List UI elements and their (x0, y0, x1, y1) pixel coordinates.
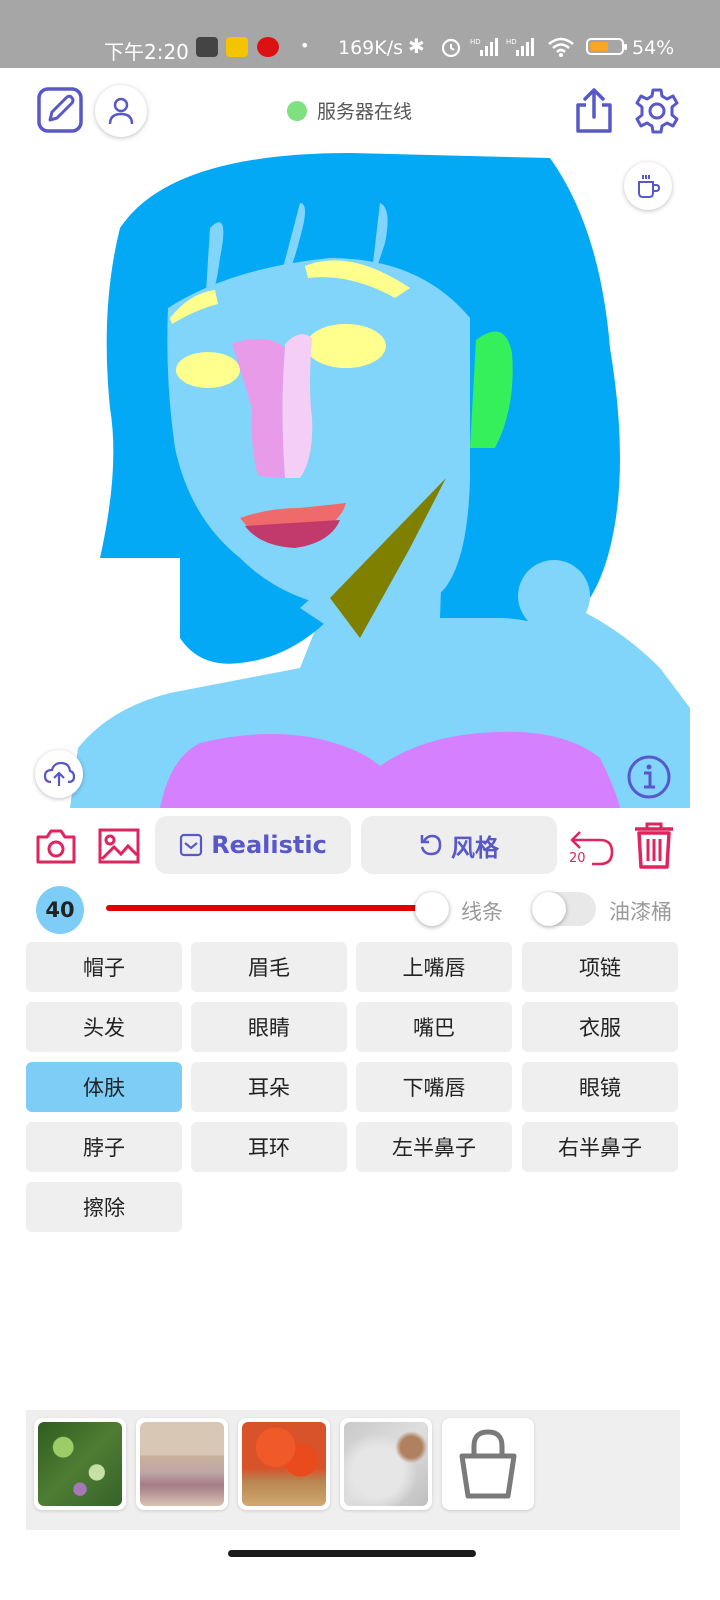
style-thumbnail-image (140, 1422, 224, 1506)
brush-size-value: 40 (45, 898, 75, 922)
upload-cloud-icon (43, 761, 75, 786)
category-button[interactable]: 头发 (26, 1002, 182, 1052)
category-button[interactable]: 耳朵 (191, 1062, 347, 1112)
style-thumbnail-strip (26, 1410, 680, 1530)
category-button[interactable]: 左半鼻子 (356, 1122, 512, 1172)
line-mode-label: 线条 (461, 900, 503, 924)
camera-icon (36, 829, 76, 864)
style-shop-button[interactable] (442, 1418, 534, 1510)
trash-icon (635, 822, 673, 869)
news-app-icon (196, 37, 218, 57)
brush-size-badge: 40 (36, 886, 84, 934)
bluetooth-icon: ✱ (408, 34, 425, 58)
style-label: Realistic (211, 831, 327, 859)
coffee-button[interactable] (624, 162, 672, 210)
edit-button[interactable] (36, 86, 84, 134)
signal-hd-icon: HD (470, 38, 498, 56)
category-button[interactable]: 擦除 (26, 1182, 182, 1232)
info-icon (627, 755, 671, 799)
right-nose-region (282, 334, 313, 478)
coffee-icon (638, 175, 661, 198)
wifi-icon (548, 37, 574, 57)
user-button[interactable] (95, 85, 147, 137)
brush-size-slider-thumb[interactable] (415, 892, 449, 926)
brush-size-slider[interactable] (106, 905, 432, 911)
network-speed: 169K/s (338, 37, 404, 59)
category-button[interactable]: 眉毛 (191, 942, 347, 992)
upload-button[interactable] (35, 750, 83, 798)
share-icon (576, 88, 612, 133)
category-button[interactable]: 帽子 (26, 942, 182, 992)
clear-button[interactable] (630, 820, 678, 872)
paint-bucket-toggle[interactable] (532, 892, 596, 926)
signal-hd-icon: HD (506, 38, 534, 56)
segmentation-drawing (70, 153, 690, 808)
style-thumbnail[interactable] (136, 1418, 228, 1510)
weather-app-icon (226, 37, 248, 57)
style-thumbnail[interactable] (238, 1418, 330, 1510)
clock: 下午2:20 (104, 40, 189, 64)
earring-region (518, 560, 590, 632)
refresh-icon (420, 834, 442, 856)
eye-region (306, 324, 386, 368)
undo-button[interactable]: 20 (566, 822, 616, 872)
style-thumbnail[interactable] (340, 1418, 432, 1510)
user-icon (108, 97, 134, 125)
category-button[interactable]: 眼镜 (522, 1062, 678, 1112)
server-status: 服务器在线 (287, 97, 412, 124)
svg-text:HD: HD (506, 38, 517, 46)
alarm-icon (441, 38, 461, 58)
category-button[interactable]: 脖子 (26, 1122, 182, 1172)
home-indicator (228, 1550, 476, 1557)
server-status-label: 服务器在线 (317, 101, 413, 123)
style-select-button[interactable]: Realistic (155, 816, 351, 874)
bank-app-icon (257, 37, 279, 57)
category-button[interactable]: 项链 (522, 942, 678, 992)
svg-text:HD: HD (470, 38, 481, 46)
camera-button[interactable] (34, 824, 78, 868)
category-button[interactable]: 衣服 (522, 1002, 678, 1052)
status-bar: 下午2:20 • 169K/s ✱ HD HD 54% (0, 0, 720, 68)
image-icon (98, 828, 140, 864)
category-button[interactable]: 右半鼻子 (522, 1122, 678, 1172)
paint-bucket-label: 油漆桶 (609, 900, 672, 924)
battery-icon (586, 38, 627, 55)
category-button[interactable]: 嘴巴 (356, 1002, 512, 1052)
reroll-label: 风格 (451, 833, 499, 862)
paint-bucket-toggle-knob (532, 892, 566, 926)
share-button[interactable] (570, 86, 618, 136)
style-thumbnail-image (344, 1422, 428, 1506)
image-button[interactable] (96, 824, 142, 868)
category-button[interactable]: 下嘴唇 (356, 1062, 512, 1112)
checkbox-icon (180, 833, 203, 857)
category-button[interactable]: 上嘴唇 (356, 942, 512, 992)
battery-percent: 54% (632, 37, 675, 59)
undo-count: 20 (569, 851, 586, 866)
category-button[interactable]: 体肤 (26, 1062, 182, 1112)
edit-icon (37, 87, 83, 133)
settings-icon (635, 88, 679, 134)
settings-button[interactable] (632, 86, 682, 136)
category-button[interactable]: 眼睛 (191, 1002, 347, 1052)
style-thumbnail-image (38, 1422, 122, 1506)
style-thumbnail[interactable] (34, 1418, 126, 1510)
style-thumbnail-image (242, 1422, 326, 1506)
reroll-style-button[interactable]: 风格 (361, 816, 557, 874)
eye-region (176, 352, 240, 388)
shopping-bag-icon (459, 1429, 517, 1499)
server-status-dot (287, 100, 307, 121)
category-button[interactable]: 耳环 (191, 1122, 347, 1172)
dot-separator: • (300, 36, 310, 55)
drawing-canvas[interactable] (0, 148, 720, 808)
info-button[interactable] (625, 753, 673, 801)
